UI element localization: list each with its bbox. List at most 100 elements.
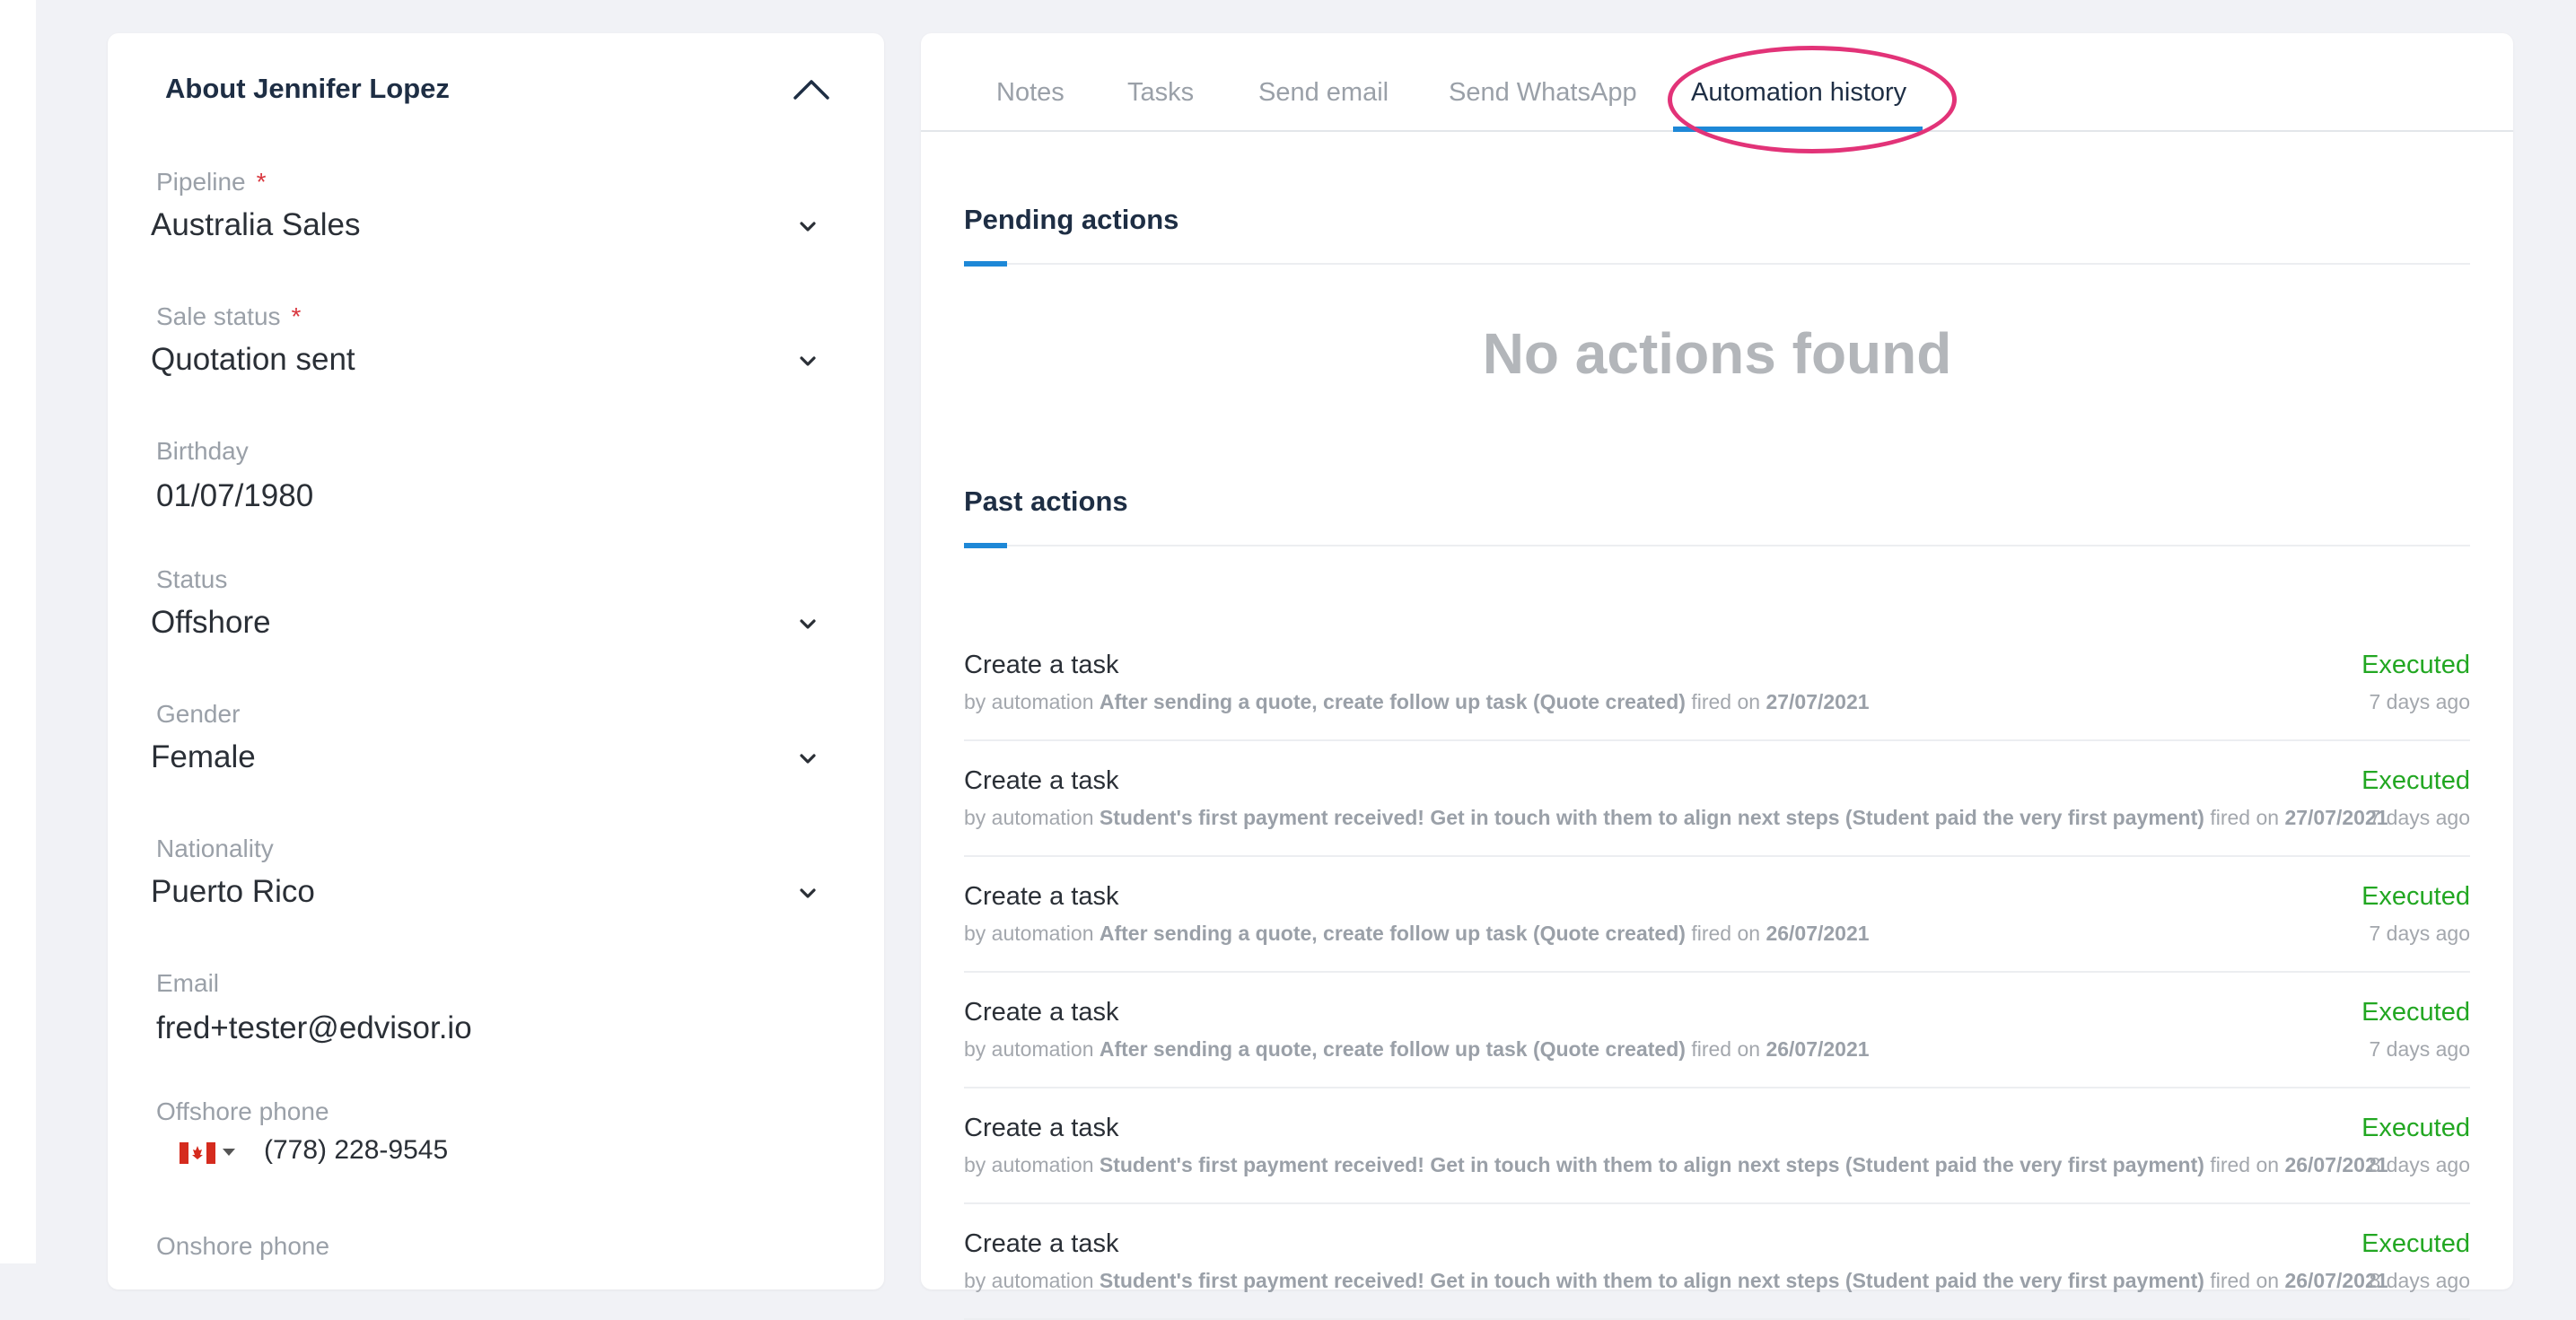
action-title: Create a task: [964, 882, 1119, 911]
by-automation-text: by automation: [964, 806, 1100, 829]
fired-on-text: fired on: [2204, 806, 2285, 829]
sale-status-select[interactable]: Sale status * Quotation sent: [151, 302, 851, 410]
chevron-down-icon[interactable]: [797, 351, 819, 372]
automation-name: Student's first payment received! Get in…: [1099, 806, 2204, 829]
chevron-down-icon[interactable]: [797, 883, 819, 905]
pipeline-value: Australia Sales: [151, 207, 361, 242]
status-value: Offshore: [151, 605, 271, 640]
offshore-phone-label: Offshore phone: [156, 1097, 329, 1125]
status-badge: Executed: [2361, 1114, 2470, 1142]
automation-name: After sending a quote, create follow up …: [1099, 690, 1686, 713]
offshore-phone-field[interactable]: Offshore phone (778) 228-9545: [151, 1097, 851, 1196]
left-nav-strip: [0, 0, 36, 1263]
by-automation-text: by automation: [964, 922, 1100, 945]
gender-value: Female: [151, 739, 256, 774]
status-badge: Executed: [2361, 882, 2470, 911]
fired-date: 26/07/2021: [1766, 1037, 1870, 1061]
tab-notes[interactable]: Notes: [996, 78, 1065, 108]
action-row[interactable]: Create a task by automation Student's fir…: [964, 741, 2470, 857]
fired-on-text: fired on: [1685, 690, 1766, 713]
canada-flag-icon[interactable]: [180, 1142, 215, 1164]
chevron-up-icon[interactable]: [790, 69, 833, 112]
nationality-select[interactable]: Nationality Puerto Rico: [151, 835, 851, 942]
fired-on-text: fired on: [1685, 922, 1766, 945]
sale-status-value: Quotation sent: [151, 342, 355, 377]
past-actions-title: Past actions: [964, 485, 1128, 517]
status-badge: Executed: [2361, 998, 2470, 1027]
gender-select[interactable]: Gender Female: [151, 700, 851, 808]
tab-tasks[interactable]: Tasks: [1127, 78, 1194, 108]
status-badge: Executed: [2361, 1229, 2470, 1258]
fired-on-text: fired on: [1685, 1037, 1766, 1061]
empty-state-message: No actions found: [1482, 321, 1952, 386]
action-description: by automation Student's first payment re…: [964, 806, 2388, 830]
fired-date: 26/07/2021: [1766, 922, 1870, 945]
action-title: Create a task: [964, 1114, 1119, 1142]
automation-name: After sending a quote, create follow up …: [1099, 922, 1686, 945]
birthday-field[interactable]: Birthday 01/07/1980: [151, 437, 851, 536]
section-divider: [964, 263, 2470, 265]
relative-time: 7 days ago: [2369, 922, 2470, 945]
pipeline-select[interactable]: Pipeline * Australia Sales: [151, 168, 851, 275]
onshore-phone-label: Onshore phone: [156, 1232, 330, 1260]
tab-send-email[interactable]: Send email: [1258, 78, 1389, 108]
fired-on-text: fired on: [2204, 1269, 2285, 1292]
status-badge: Executed: [2361, 651, 2470, 679]
chevron-down-icon[interactable]: [797, 748, 819, 770]
birthday-value: 01/07/1980: [156, 478, 314, 513]
action-description: by automation Student's first payment re…: [964, 1153, 2388, 1177]
action-title: Create a task: [964, 766, 1119, 795]
section-accent-bar: [964, 261, 1007, 267]
automation-name: Student's first payment received! Get in…: [1099, 1153, 2204, 1176]
required-marker: *: [256, 168, 267, 196]
pending-actions-title: Pending actions: [964, 204, 1179, 235]
action-title: Create a task: [964, 1229, 1119, 1258]
nationality-value: Puerto Rico: [151, 874, 315, 909]
relative-time: 8 days ago: [2369, 1153, 2470, 1176]
action-row[interactable]: Create a task by automation After sending…: [964, 973, 2470, 1088]
tab-bar: Notes Tasks Send email Send WhatsApp Aut…: [921, 33, 2513, 153]
chevron-down-icon[interactable]: [797, 614, 819, 635]
status-label: Status: [156, 565, 228, 593]
status-select[interactable]: Status Offshore: [151, 565, 851, 673]
caret-down-icon[interactable]: [223, 1149, 235, 1156]
tab-send-whatsapp[interactable]: Send WhatsApp: [1449, 78, 1637, 108]
by-automation-text: by automation: [964, 690, 1100, 713]
activity-panel: Notes Tasks Send email Send WhatsApp Aut…: [921, 33, 2513, 1320]
action-row[interactable]: Create a task by automation Student's fir…: [964, 1088, 2470, 1204]
section-accent-bar: [964, 543, 1007, 548]
relative-time: 8 days ago: [2369, 1269, 2470, 1292]
action-row[interactable]: Create a task by automation Student's fir…: [964, 1204, 2470, 1320]
action-title: Create a task: [964, 998, 1119, 1027]
by-automation-text: by automation: [964, 1269, 1100, 1292]
chevron-down-icon[interactable]: [797, 216, 819, 238]
action-row[interactable]: Create a task by automation After sending…: [964, 857, 2470, 973]
offshore-phone-value: (778) 228-9545: [264, 1135, 449, 1165]
automation-name: Student's first payment received! Get in…: [1099, 1269, 2204, 1292]
fired-on-text: fired on: [2204, 1153, 2285, 1176]
fired-date: 27/07/2021: [1766, 690, 1870, 713]
email-field[interactable]: Email fred+tester@edvisor.io: [151, 969, 851, 1068]
status-badge: Executed: [2361, 766, 2470, 795]
action-description: by automation After sending a quote, cre…: [964, 922, 1870, 946]
required-marker: *: [291, 302, 302, 330]
relative-time: 7 days ago: [2369, 1037, 2470, 1061]
about-title: About Jennifer Lopez: [165, 73, 450, 104]
nationality-label: Nationality: [156, 835, 274, 862]
gender-label: Gender: [156, 700, 241, 728]
action-description: by automation Student's first payment re…: [964, 1269, 2388, 1293]
action-description: by automation After sending a quote, cre…: [964, 690, 1870, 714]
sale-status-label: Sale status *: [156, 302, 302, 330]
birthday-label: Birthday: [156, 437, 249, 465]
email-value: fred+tester@edvisor.io: [156, 1010, 472, 1045]
onshore-phone-field[interactable]: Onshore phone: [151, 1232, 851, 1286]
by-automation-text: by automation: [964, 1037, 1100, 1061]
action-description: by automation After sending a quote, cre…: [964, 1037, 1870, 1062]
automation-name: After sending a quote, create follow up …: [1099, 1037, 1686, 1061]
email-label: Email: [156, 969, 220, 997]
section-divider: [964, 545, 2470, 546]
action-row[interactable]: Create a task by automation After sending…: [964, 625, 2470, 741]
relative-time: 7 days ago: [2369, 690, 2470, 713]
highlight-annotation: [1668, 46, 1957, 153]
by-automation-text: by automation: [964, 1153, 1100, 1176]
